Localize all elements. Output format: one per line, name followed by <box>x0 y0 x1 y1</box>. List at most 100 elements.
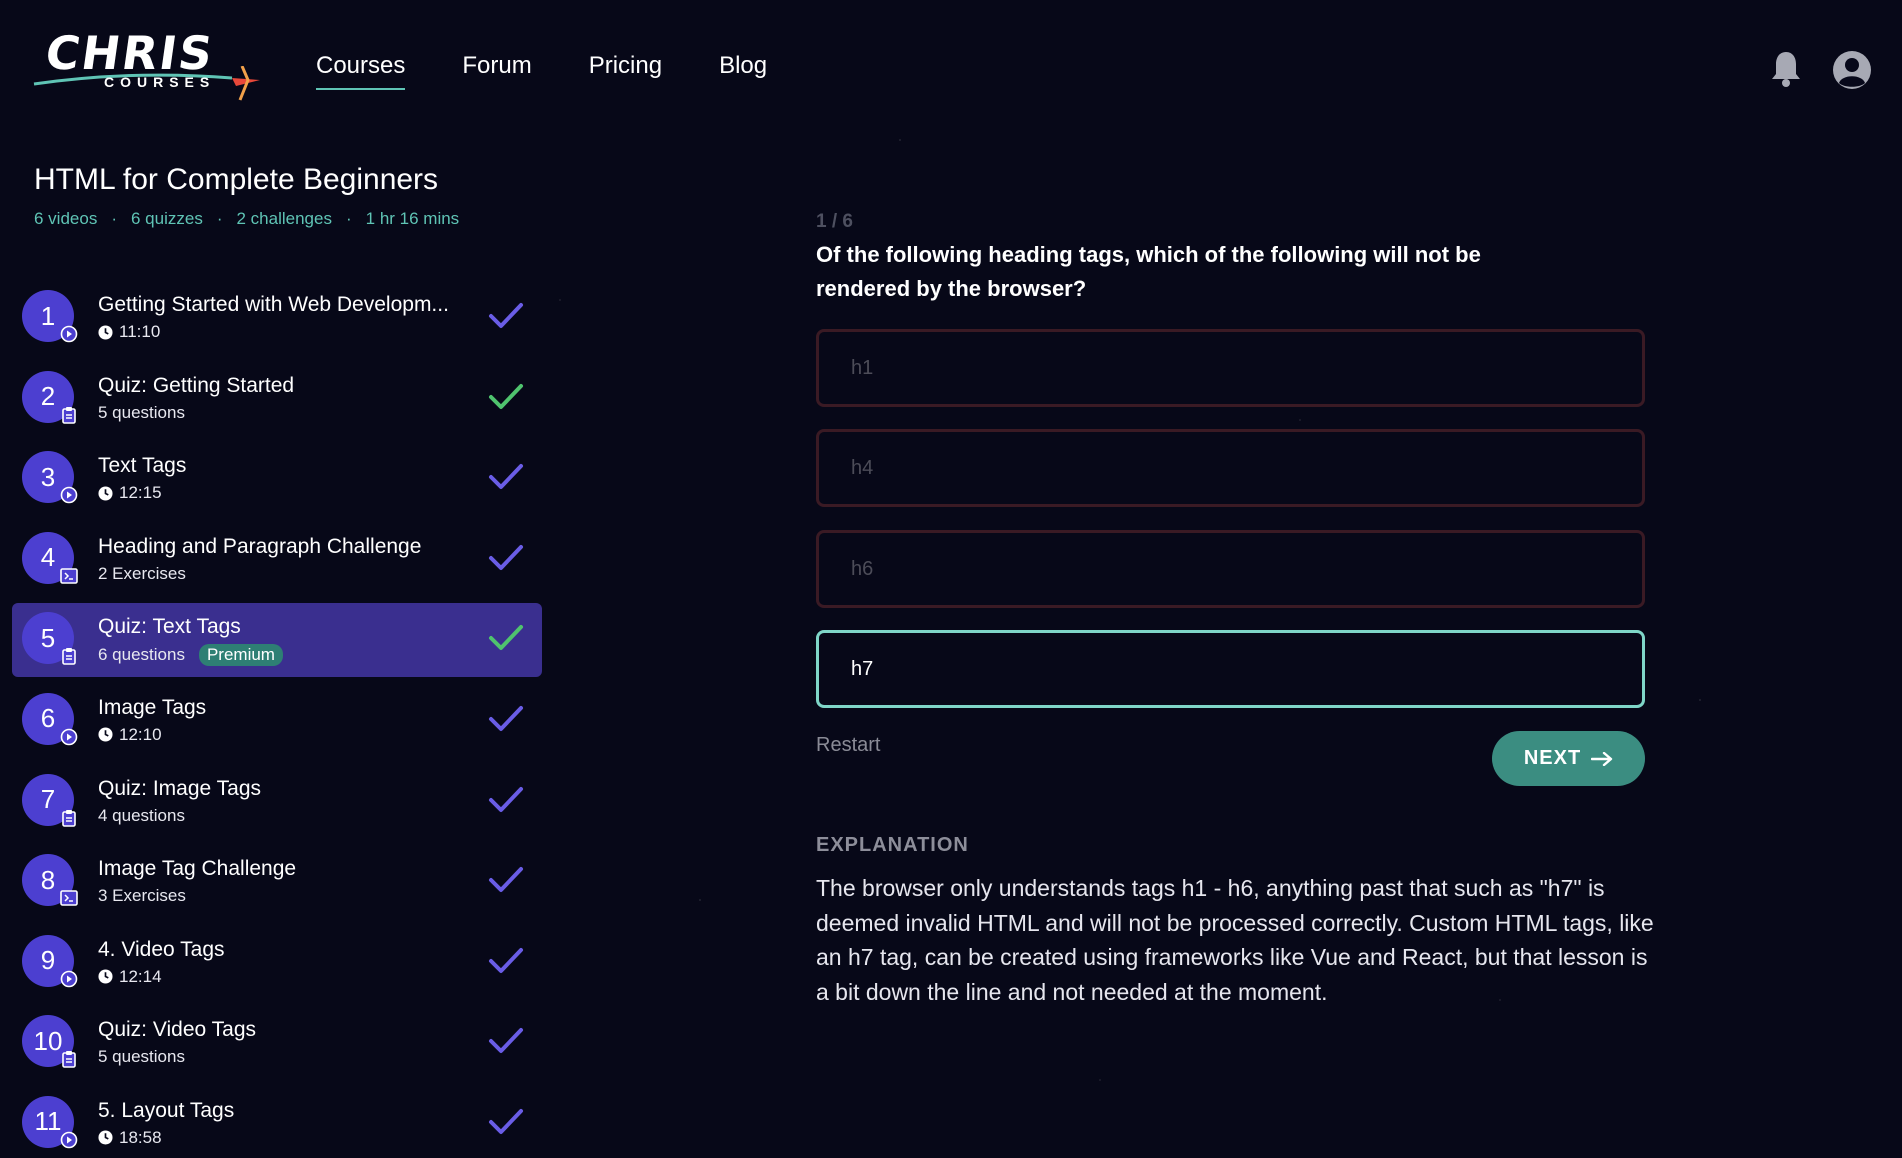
next-button-label: NEXT <box>1523 747 1582 769</box>
checkmark-icon <box>489 625 523 651</box>
lesson-subtitle: 5 questions <box>98 1047 185 1067</box>
lesson-meta-text: 11:10 <box>119 322 161 341</box>
lesson-title: Getting Started with Web Developm... <box>98 293 449 316</box>
lesson-title: Quiz: Video Tags <box>98 1018 256 1042</box>
checkmark-icon <box>489 1108 523 1134</box>
clock-icon <box>98 324 113 340</box>
premium-badge: Premium <box>198 644 283 667</box>
clock-icon <box>98 969 113 984</box>
quiz-clipboard-icon <box>59 646 79 666</box>
lesson-list: 1 Getting Started with Web Developm... 11:… <box>12 281 542 1158</box>
checkmark-icon <box>489 544 523 570</box>
logo-subtitle: COURSES <box>104 74 216 90</box>
top-navbar: CHRIS COURSES Courses Forum Pricing Blog <box>0 0 1902 134</box>
video-play-icon <box>59 485 79 505</box>
lesson-item[interactable]: 7 Quiz: Image Tags 4 questions <box>12 765 542 839</box>
lesson-meta-text: 6 questions <box>98 645 185 665</box>
nav-link-blog[interactable]: Blog <box>719 52 767 90</box>
answer-option-h4[interactable]: h4 <box>816 429 1645 507</box>
nav-link-forum[interactable]: Forum <box>462 52 531 90</box>
meta-separator: · <box>111 209 117 228</box>
explanation-heading: EXPLANATION <box>816 834 969 856</box>
user-avatar-icon[interactable] <box>1832 50 1872 90</box>
lesson-subtitle: 2 Exercises <box>98 564 186 584</box>
question-counter: 1 / 6 <box>816 211 853 232</box>
lesson-item[interactable]: 2 Quiz: Getting Started 5 questions <box>12 362 542 436</box>
bell-icon[interactable] <box>1770 50 1802 88</box>
lesson-subtitle: 6 questions Premium <box>98 644 283 667</box>
lesson-title: Quiz: Text Tags <box>98 615 241 639</box>
meta-separator: · <box>345 209 352 228</box>
meta-videos: 6 videos <box>34 209 98 228</box>
video-play-icon <box>59 1130 79 1150</box>
answer-option-h1[interactable]: h1 <box>816 329 1645 407</box>
answer-label: h7 <box>851 657 874 680</box>
lesson-meta-text: 2 Exercises <box>98 563 186 583</box>
lesson-item[interactable]: 10 Quiz: Video Tags 5 questions <box>12 1006 542 1080</box>
challenge-terminal-icon <box>59 888 79 908</box>
checkmark-icon <box>489 1028 523 1054</box>
meta-separator: · <box>216 209 223 228</box>
nav-link-courses[interactable]: Courses <box>316 52 406 90</box>
lesson-meta-text: 3 Exercises <box>98 886 186 906</box>
challenge-terminal-icon <box>59 566 79 586</box>
question-text: Of the following heading tags, which of … <box>816 242 1481 301</box>
lesson-subtitle: 5 questions <box>98 403 185 423</box>
lesson-subtitle: 12:15 <box>98 483 162 503</box>
lesson-subtitle: 4 questions <box>98 806 185 826</box>
lesson-title: 5. Layout Tags <box>98 1098 235 1122</box>
checkmark-icon <box>489 786 523 812</box>
nav-links: Courses Forum Pricing Blog <box>316 52 767 90</box>
meta-quizzes: 6 quizzes <box>131 209 203 228</box>
quiz-clipboard-icon <box>59 405 79 425</box>
lesson-meta-text: 12:15 <box>119 483 162 503</box>
video-play-icon <box>59 727 79 747</box>
clock-icon <box>98 727 113 742</box>
clock-icon <box>98 486 113 501</box>
logo-wordmark: CHRIS <box>42 26 218 80</box>
lesson-item[interactable]: 4 Heading and Paragraph Challenge 2 Exerci… <box>12 523 542 597</box>
lesson-item[interactable]: 5 Quiz: Text Tags 6 questions Premium <box>12 603 542 678</box>
lesson-item[interactable]: 9 4. Video Tags 12:14 <box>12 926 542 1000</box>
answer-option-h6[interactable]: h6 <box>816 530 1645 608</box>
lesson-title: Image Tag Challenge <box>98 857 297 881</box>
lesson-subtitle: 12:10 <box>98 725 162 745</box>
lesson-meta-text: 12:14 <box>119 966 162 986</box>
lesson-item[interactable]: 6 Image Tags 12:10 <box>12 684 542 758</box>
lesson-title: 4. Video Tags <box>98 937 225 961</box>
answer-label: h4 <box>851 456 874 479</box>
lesson-meta-text: 4 questions <box>98 805 185 825</box>
chris-courses-logo[interactable]: CHRIS COURSES <box>32 26 264 106</box>
checkmark-icon <box>489 383 523 409</box>
lesson-meta-text: 5 questions <box>98 402 185 422</box>
lesson-item[interactable]: 3 Text Tags 12:15 <box>12 442 542 516</box>
arrow-right-icon <box>1591 751 1613 766</box>
lesson-meta-text: 18:58 <box>119 1127 162 1147</box>
answer-option-h7[interactable]: h7 <box>816 630 1645 708</box>
lesson-meta-text: 12:10 <box>119 724 162 744</box>
lesson-title: Image Tags <box>98 695 207 719</box>
lesson-subtitle: 3 Exercises <box>98 886 186 906</box>
lesson-title: Quiz: Getting Started <box>98 373 295 397</box>
checkmark-icon <box>489 867 523 893</box>
lesson-item[interactable]: 1 Getting Started with Web Developm... 11:… <box>12 281 542 355</box>
restart-link[interactable]: Restart <box>816 734 880 757</box>
lesson-meta-text: 5 questions <box>98 1047 185 1067</box>
checkmark-icon <box>489 947 523 973</box>
lesson-subtitle: 12:14 <box>98 967 162 987</box>
course-meta: 6 videos · 6 quizzes · 2 challenges · 1 … <box>34 209 459 229</box>
checkmark-icon <box>489 464 523 490</box>
clock-icon <box>98 1130 113 1145</box>
answer-label: h1 <box>851 356 874 379</box>
lesson-title: Quiz: Image Tags <box>98 776 262 800</box>
nav-link-pricing[interactable]: Pricing <box>589 52 662 90</box>
checkmark-icon <box>489 303 523 328</box>
next-button[interactable]: NEXT <box>1492 731 1645 786</box>
answer-label: h6 <box>851 557 874 580</box>
lesson-item[interactable]: 8 Image Tag Challenge 3 Exercises <box>12 845 542 919</box>
checkmark-icon <box>489 705 523 731</box>
lesson-subtitle: 18:58 <box>98 1128 162 1148</box>
explanation-text: The browser only understands tags h1 - h… <box>816 875 1654 1005</box>
lesson-item[interactable]: 11 5. Layout Tags 18:58 <box>12 1087 542 1158</box>
lesson-subtitle: 11:10 <box>98 322 160 342</box>
